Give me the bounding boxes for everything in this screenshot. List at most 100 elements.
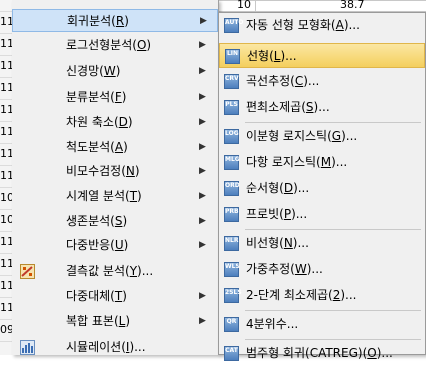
submenu-item-binary-logistic[interactable]: LOG 이분형 로지스틱(G)... <box>219 124 425 149</box>
ordinal-icon: ORD <box>224 181 240 196</box>
simulation-icon <box>20 340 35 355</box>
quantile-regression-icon: QR <box>224 317 239 332</box>
menu-item-loglinear[interactable]: 로그선형분석(O) ▶ <box>12 34 218 57</box>
menu-item-label: 다항 로지스틱(M)... <box>246 155 348 169</box>
nonlinear-icon: NLR <box>224 236 239 251</box>
submenu-arrow-icon: ▶ <box>199 66 206 76</box>
menu-item-label: 차원 축소(D) <box>66 115 133 129</box>
row-number: 10 <box>0 187 12 210</box>
menu-item-label: 신경망(W) <box>66 64 121 78</box>
menu-item-label: 회귀분석(R) <box>67 14 129 28</box>
row-number: 11 <box>0 33 12 56</box>
categorical-regression-icon: CAT <box>224 346 239 361</box>
menu-separator <box>245 310 421 311</box>
menu-item-classify[interactable]: 분류분석(F) ▶ <box>12 86 218 109</box>
menu-item-simulation[interactable]: 시뮬레이션(I)... <box>12 336 218 359</box>
submenu-item-quantiles[interactable]: QR 4분위수... <box>219 312 425 337</box>
cell-value[interactable]: 38.7 <box>340 0 365 11</box>
submenu-arrow-icon: ▶ <box>199 191 206 201</box>
menu-item-forecasting[interactable]: 시계열 분석(T) ▶ <box>12 185 218 208</box>
row-number: 11 <box>0 297 12 320</box>
menu-item-label: 결측값 분석(Y)... <box>66 264 154 278</box>
submenu-item-curve-estimation[interactable]: CRV 곡선추정(C)... <box>219 69 425 94</box>
multinomial-logistic-icon: MLG <box>224 155 240 170</box>
submenu-arrow-icon: ▶ <box>199 216 206 226</box>
menu-item-neural-networks[interactable]: 신경망(W) ▶ <box>12 60 218 83</box>
row-number: 11 <box>0 99 12 122</box>
menu-item-missing-value-analysis[interactable]: 결측값 분석(Y)... <box>12 260 218 283</box>
row-number: 11 <box>0 143 12 166</box>
submenu-arrow-icon: ▶ <box>199 316 206 326</box>
submenu-item-automatic-linear-modeling[interactable]: AUTO 자동 선형 모형화(A)... <box>219 13 425 38</box>
submenu-arrow-icon: ▶ <box>199 117 206 127</box>
menu-item-label: 프로빗(P)... <box>246 207 308 221</box>
submenu-arrow-icon: ▶ <box>199 92 206 102</box>
menu-item-nonparametric[interactable]: 비모수검정(N) ▶ <box>12 160 218 183</box>
linear-regression-icon: LIN <box>225 49 240 64</box>
menu-item-label: 가중추정(W)... <box>246 262 323 276</box>
menu-item-label: 범주형 회귀(CATREG)(O)... <box>246 346 393 360</box>
pls-icon: PLS <box>224 100 239 115</box>
menu-item-survival[interactable]: 생존분석(S) ▶ <box>12 210 218 233</box>
binary-logistic-icon: LOG <box>224 129 239 144</box>
menu-item-label: 다중반응(U) <box>66 238 129 252</box>
submenu-item-nonlinear[interactable]: NLR 비선형(N)... <box>219 231 425 256</box>
menu-item-label: 비모수검정(N) <box>66 164 140 178</box>
row-number: 11 <box>0 55 12 78</box>
submenu-item-linear[interactable]: LIN 선형(L)... <box>219 43 425 68</box>
submenu-item-multinomial-logistic[interactable]: MLG 다항 로지스틱(M)... <box>219 150 425 175</box>
menu-separator <box>245 229 421 230</box>
menu-item-regression[interactable]: 회귀분석(R) ▶ <box>12 9 218 32</box>
menu-item-complex-samples[interactable]: 복합 표본(L) ▶ <box>12 310 218 333</box>
submenu-item-categorical-regression[interactable]: CAT 범주형 회귀(CATREG)(O)... <box>219 341 425 366</box>
probit-icon: PRB <box>224 207 239 222</box>
submenu-item-probit[interactable]: PRB 프로빗(P)... <box>219 202 425 227</box>
submenu-arrow-icon: ▶ <box>200 16 207 26</box>
menu-item-label: 이분형 로지스틱(G)... <box>246 129 358 143</box>
menu-item-multiple-response[interactable]: 다중반응(U) ▶ <box>12 234 218 257</box>
row-number: 11 <box>0 231 12 254</box>
submenu-item-ordinal[interactable]: ORD 순서형(D)... <box>219 176 425 201</box>
menu-item-label: 비선형(N)... <box>246 236 309 250</box>
submenu-arrow-icon: ▶ <box>199 142 206 152</box>
menu-item-label: 복합 표본(L) <box>66 314 131 328</box>
row-number: 11 <box>0 253 12 276</box>
submenu-arrow-icon: ▶ <box>199 40 206 50</box>
submenu-item-two-stage-least-squares[interactable]: 2SLS 2-단계 최소제곱(2)... <box>219 283 425 308</box>
curve-estimation-icon: CRV <box>224 74 239 89</box>
menu-item-label: 자동 선형 모형화(A)... <box>246 18 360 32</box>
menu-item-label: 생존분석(S) <box>66 214 128 228</box>
row-number: 10 <box>0 209 12 232</box>
menu-item-label: 로그선형분석(O) <box>66 38 152 52</box>
menu-item-label: 척도분석(A) <box>66 140 128 154</box>
row-number: 11 <box>0 121 12 144</box>
row-number: 11 <box>0 77 12 100</box>
menu-item-label: 2-단계 최소제곱(2)... <box>246 288 357 302</box>
menu-item-label: 편최소제곱(S)... <box>246 100 330 114</box>
row-number: 11 <box>0 165 12 188</box>
analyze-menu: 회귀분석(R) ▶ 로그선형분석(O) ▶ 신경망(W) ▶ 분류분석(F) ▶… <box>12 0 219 355</box>
menu-item-scale[interactable]: 척도분석(A) ▶ <box>12 136 218 159</box>
menu-item-label: 순서형(D)... <box>246 181 310 195</box>
row-number: 11 <box>0 275 12 298</box>
menu-item-label: 다중대체(T) <box>66 289 127 303</box>
menu-item-label: 분류분석(F) <box>66 90 127 104</box>
submenu-arrow-icon: ▶ <box>199 291 206 301</box>
menu-separator <box>245 122 421 123</box>
menu-item-label: 시계열 분석(T) <box>66 189 142 203</box>
submenu-item-weight-estimation[interactable]: WLS 가중추정(W)... <box>219 257 425 282</box>
menu-separator <box>245 339 421 340</box>
auto-linear-icon: AUTO <box>224 18 244 33</box>
row-number: 09 <box>0 319 12 342</box>
cell-value[interactable]: 10 <box>237 0 251 11</box>
menu-item-dimension-reduction[interactable]: 차원 축소(D) ▶ <box>12 111 218 134</box>
two-stage-least-squares-icon: 2SLS <box>224 288 242 303</box>
row-number: 11 <box>0 11 12 34</box>
submenu-arrow-icon: ▶ <box>199 240 206 250</box>
menu-item-label: 시뮬레이션(I)... <box>66 340 146 354</box>
menu-item-label: 선형(L)... <box>247 49 297 63</box>
menu-item-multiple-imputation[interactable]: 다중대체(T) ▶ <box>12 285 218 308</box>
submenu-arrow-icon: ▶ <box>199 166 206 176</box>
menu-item-label: 4분위수... <box>246 317 299 331</box>
submenu-item-partial-least-squares[interactable]: PLS 편최소제곱(S)... <box>219 95 425 120</box>
